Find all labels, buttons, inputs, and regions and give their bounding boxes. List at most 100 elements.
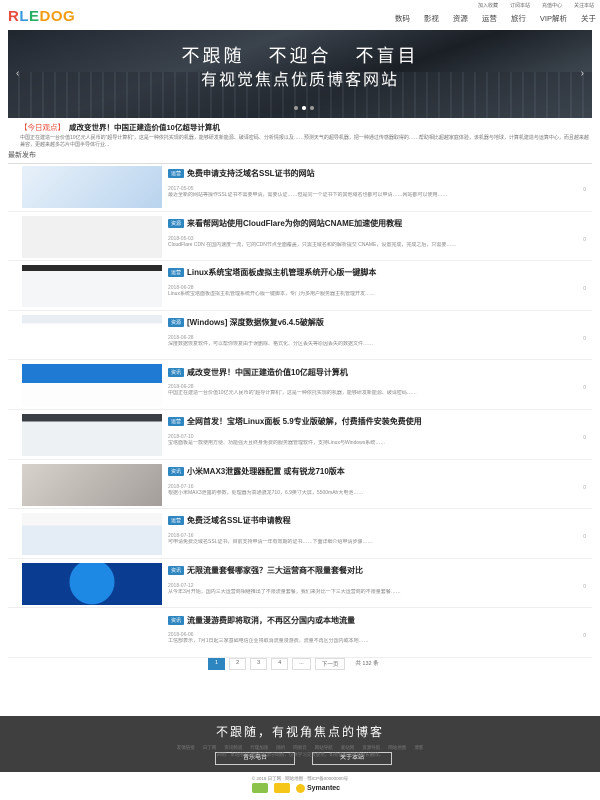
post-item[interactable]: 资讯 小米MAX3泄露处理器配置 或有锐龙710版本 2018-07-16 根据小米M… (8, 460, 592, 510)
nav-item-about[interactable]: 关于 (581, 13, 596, 24)
nav-item-operation[interactable]: 运营 (482, 13, 497, 24)
footer-links: 友情链接 日丁网 资讯频道 代理加速 随机 网易云 网站导航 爱站网 资源导航 … (0, 744, 600, 758)
post-title[interactable]: 来看帮网站使用CloudFlare为你的网站CNAME加速使用教程 (187, 219, 402, 228)
post-thumbnail[interactable] (22, 166, 162, 208)
post-item[interactable]: 资讯 咸改变世界！中国正建造价值10亿超导计算机 2018-06-28 中国正在建造一… (8, 360, 592, 410)
post-thumbnail[interactable] (22, 562, 162, 605)
page-link[interactable]: 1 (208, 658, 226, 670)
total-count: 共 132 条 (355, 661, 379, 667)
post-item[interactable]: 运营 全网首发！宝塔Linux面板 5.9专业版破解，付费插件安装免费使用 2018… (8, 410, 592, 460)
next-page-link[interactable]: 下一页 (314, 658, 346, 670)
post-thumbnail[interactable] (22, 364, 162, 407)
footer-link[interactable]: 日丁网 (203, 744, 217, 751)
post-title[interactable]: 免费泛域名SSL证书申请教程 (187, 516, 291, 525)
today-opinion: 【今日观点】 咸改变世界！中国正建造价值10亿超导计算机 中国正在建造一台价值10… (20, 122, 590, 149)
post-title[interactable]: Linux系统宝塔面板虚拟主机管理系统开心版一键脚本 (187, 268, 376, 277)
post-category[interactable]: 资源 (168, 218, 185, 228)
post-item[interactable]: 资源 [Windows] 深度数据恢复v6.4.5破解版 2018-06-28 深度数… (8, 311, 592, 361)
site-logo[interactable]: RLEDOG (8, 8, 75, 25)
carousel-dots (294, 106, 314, 110)
post-item[interactable]: 运营 免费申请支持泛域名SSL证书的网站 2017-05-05 最近全新的网站等操作S… (8, 162, 592, 212)
footer-link: 友情链接 (176, 745, 195, 750)
nav-item-film[interactable]: 影视 (424, 13, 439, 24)
post-item[interactable]: 运营 免费泛域名SSL证书申请教程 2018-07-16 可申请免费泛域名SSL证书，… (8, 509, 592, 559)
page-link[interactable]: 4 (271, 658, 289, 670)
post-thumbnail[interactable] (22, 463, 162, 506)
footer-link[interactable]: 网易云 (293, 744, 307, 751)
post-item[interactable]: 资讯 流量漫游费即将取消，不再区分国内或本地流量 2018-06-06 工信部表示，7… (8, 608, 592, 658)
top-link[interactable]: 订阅本站 (510, 2, 530, 9)
post-thumbnail[interactable] (22, 265, 162, 308)
post-info: 运营 免费申请支持泛域名SSL证书的网站 2017-05-05 最近全新的网站等操作S… (168, 165, 588, 205)
next-arrow-icon[interactable]: › (581, 68, 584, 79)
carousel-dot[interactable] (294, 106, 298, 110)
post-category[interactable]: 资讯 (168, 615, 185, 625)
post-item[interactable]: 资讯 无限流量套餐哪家强？三大运营商不限量套餐对比 2018-07-12 从今年3月开… (8, 559, 592, 609)
post-excerpt: 从今年3月开始，国内三大运营商相继推出了不限流量套餐，我们来对比一下三大运营商的… (168, 588, 401, 595)
post-info: 运营 全网首发！宝塔Linux面板 5.9专业版破解，付费插件安装免费使用 2018… (168, 413, 588, 453)
post-thumbnail[interactable] (22, 215, 162, 258)
nav-item-travel[interactable]: 旅行 (511, 13, 526, 24)
post-title[interactable]: 咸改变世界！中国正建造价值10亿超导计算机 (187, 368, 348, 377)
post-views: 0 (583, 236, 586, 243)
nav-item-resources[interactable]: 资源 (453, 13, 468, 24)
symantec-badge[interactable]: Symantec (296, 783, 340, 793)
post-category[interactable]: 资源 (168, 318, 185, 328)
footer-link[interactable]: 资源导航 (362, 744, 380, 751)
post-thumbnail[interactable] (22, 314, 162, 357)
main-nav: 数码 影视 资源 运营 旅行 VIP解析 关于 (395, 13, 596, 24)
hero-banner[interactable]: 不跟随 不迎合 不盲目 有视觉焦点优质博客网站 ‹ › (8, 30, 592, 118)
post-excerpt: 根据小米MAX3泄露的参数，处理器为高通骁龙710，6.9英寸大屏，5500mA… (168, 489, 364, 496)
post-category[interactable]: 运营 (168, 268, 185, 278)
post-category[interactable]: 资讯 (168, 367, 185, 377)
post-info: 资讯 流量漫游费即将取消，不再区分国内或本地流量 2018-06-06 工信部表示，7… (168, 611, 588, 651)
footer-link[interactable]: 随机 (276, 744, 285, 751)
post-info: 资讯 咸改变世界！中国正建造价值10亿超导计算机 2018-06-28 中国正在建造一… (168, 363, 588, 403)
carousel-dot[interactable] (302, 106, 306, 110)
post-title[interactable]: 流量漫游费即将取消，不再区分国内或本地流量 (187, 616, 355, 625)
top-link[interactable]: 加入收藏 (478, 2, 498, 9)
post-info: 运营 Linux系统宝塔面板虚拟主机管理系统开心版一键脚本 2018-06-28 Li… (168, 264, 588, 304)
post-category[interactable]: 资讯 (168, 466, 185, 476)
post-category[interactable]: 运营 (168, 169, 185, 179)
footer-link[interactable]: 网站导航 (315, 744, 333, 751)
today-title[interactable]: 咸改变世界！中国正建造价值10亿超导计算机 (69, 123, 220, 132)
security-badge-icon[interactable] (252, 783, 268, 793)
post-excerpt: 深度数据恢复软件，可以帮你恢复由于误删除、格式化、分区丢失等原因丢失的数据文件…… (168, 340, 374, 347)
post-title[interactable]: [Windows] 深度数据恢复v6.4.5破解版 (187, 318, 324, 327)
verified-badge-icon[interactable] (274, 783, 290, 793)
nav-item-digital[interactable]: 数码 (395, 13, 410, 24)
post-item[interactable]: 运营 Linux系统宝塔面板虚拟主机管理系统开心版一键脚本 2018-06-28 Li… (8, 261, 592, 311)
post-title[interactable]: 全网首发！宝塔Linux面板 5.9专业版破解，付费插件安装免费使用 (187, 417, 422, 426)
post-views: 0 (583, 484, 586, 491)
post-category[interactable]: 运营 (168, 417, 185, 427)
post-views: 0 (583, 434, 586, 441)
post-category[interactable]: 资讯 (168, 566, 185, 576)
footer-link[interactable]: 网站地图 (388, 744, 406, 751)
post-views: 0 (583, 534, 586, 541)
top-link[interactable]: 关注本站 (574, 2, 594, 9)
symantec-check-icon (296, 783, 305, 793)
post-category[interactable]: 运营 (168, 516, 185, 526)
post-thumbnail[interactable] (22, 612, 162, 655)
footer-link[interactable]: 资讯频道 (224, 744, 242, 751)
page-link[interactable]: 3 (250, 658, 268, 670)
post-thumbnail[interactable] (22, 513, 162, 556)
post-excerpt: 最近全新的网站等操作SSL证书不需要申请，需要认证……但是同一个证书下的其他域名… (168, 192, 448, 198)
post-excerpt: 中国正在建造一台价值10亿元人民币的“超导计算机”，这是一种依托实现的机器，能够… (168, 390, 417, 397)
footer-link[interactable]: 代理加速 (250, 744, 268, 751)
post-excerpt: 宝塔面板是一款使用方便、功能强大且终身免费的服务器管理软件，支持Linux与Wi… (168, 439, 386, 446)
post-title[interactable]: 免费申请支持泛域名SSL证书的网站 (187, 169, 315, 178)
post-item[interactable]: 资源 来看帮网站使用CloudFlare为你的网站CNAME加速使用教程 2018-… (8, 212, 592, 262)
footer-link[interactable]: 爱站网 (341, 744, 355, 751)
post-title[interactable]: 无限流量套餐哪家强？三大运营商不限量套餐对比 (187, 566, 363, 575)
post-title[interactable]: 小米MAX3泄露处理器配置 或有锐龙710版本 (187, 467, 345, 476)
page-link[interactable]: 2 (229, 658, 247, 670)
top-link[interactable]: 充值中心 (542, 2, 562, 9)
post-thumbnail[interactable] (22, 413, 162, 456)
carousel-dot[interactable] (310, 106, 314, 110)
today-tag: 【今日观点】 (20, 123, 65, 132)
prev-arrow-icon[interactable]: ‹ (16, 68, 19, 79)
nav-item-vip[interactable]: VIP解析 (540, 13, 567, 24)
footer-link[interactable]: 博客 (414, 744, 423, 751)
